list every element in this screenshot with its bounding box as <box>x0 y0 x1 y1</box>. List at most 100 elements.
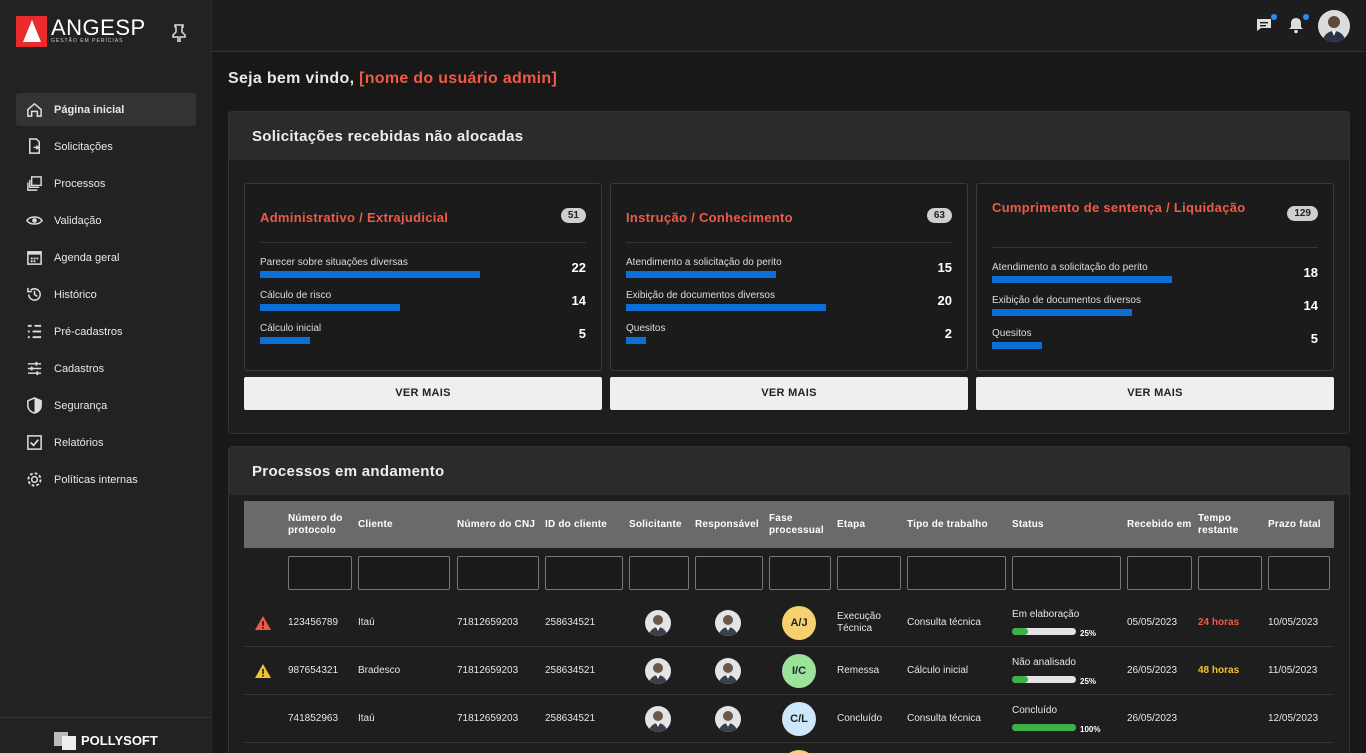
table-row[interactable]: 987654321 Bradesco 71812659203 258634521 I/C… <box>244 647 1334 695</box>
column-header-solicitante[interactable]: Solicitante <box>629 501 693 548</box>
fase-badge[interactable]: C/L <box>782 701 816 736</box>
card-metric[interactable]: Cálculo de risco 14 <box>260 290 586 318</box>
sidebar-item-eye[interactable]: Validação <box>16 204 196 237</box>
filter-input-etapa[interactable] <box>837 556 901 590</box>
column-header-etapa[interactable]: Etapa <box>837 501 905 548</box>
cell: Bradesco <box>358 647 454 694</box>
card-title: Administrativo / Extrajudicial <box>260 210 449 225</box>
fase-badge[interactable]: A/J <box>782 605 816 640</box>
checkbox-icon <box>27 435 42 450</box>
filter-input-fase[interactable] <box>769 556 831 590</box>
chat-icon[interactable] <box>1255 14 1277 36</box>
sidebar-item-file-arrow[interactable]: Solicitações <box>16 130 196 163</box>
angesp-logo[interactable]: ANGESP GESTÃO EM PERÍCIAS <box>16 16 146 47</box>
filter-input-solicitante[interactable] <box>629 556 689 590</box>
sidebar-item-calendar[interactable]: Agenda geral <box>16 241 196 274</box>
ver-mais-button[interactable]: VER MAIS <box>244 377 602 410</box>
table-row[interactable]: 123456789 Itaú 71812659203 258634521 A/J Exec… <box>244 599 1334 647</box>
history-icon <box>27 287 41 301</box>
request-category-card: Instrução / Conhecimento 63 Atendimento a … <box>610 183 968 371</box>
cell-status: Em elaboração 25% <box>1012 599 1125 646</box>
column-header-cnj[interactable]: Número do CNJ <box>457 501 543 548</box>
metric-label: Quesitos <box>992 328 1032 339</box>
sidebar-item-stack[interactable]: Processos <box>16 167 196 200</box>
sidebar-item-label: Pré-cadastros <box>54 325 123 338</box>
sidebar-item-shield[interactable]: Segurança <box>16 389 196 422</box>
pin-icon[interactable] <box>172 24 186 47</box>
column-header-prazo[interactable]: Prazo fatal <box>1268 501 1334 548</box>
column-header-id-cliente[interactable]: ID do cliente <box>545 501 627 548</box>
responsavel-avatar[interactable] <box>715 609 741 636</box>
column-header-tipo[interactable]: Tipo de trabalho <box>907 501 1010 548</box>
sidebar-item-label: Segurança <box>54 399 108 412</box>
sidebar-item-label: Solicitações <box>54 140 113 153</box>
card-metric[interactable]: Parecer sobre situações diversas 22 <box>260 257 586 285</box>
table-row[interactable]: 741852963 Itaú 71812659203 258634521 C/L Conc… <box>244 695 1334 743</box>
responsavel-avatar[interactable] <box>715 705 741 732</box>
shield-icon <box>27 397 42 414</box>
solicitante-avatar[interactable] <box>645 657 671 684</box>
status-progress-bar <box>1012 723 1076 731</box>
card-metric[interactable]: Atendimento a solicitação do perito 15 <box>626 257 952 285</box>
welcome-message: Seja bem vindo, [nome do usuário admin] <box>228 70 557 88</box>
column-header-tempo[interactable]: Tempo restante <box>1198 501 1266 548</box>
cell-solicitante <box>645 599 675 646</box>
column-header-cliente[interactable]: Cliente <box>358 501 454 548</box>
column-header-status[interactable]: Status <box>1012 501 1125 548</box>
topbar <box>212 0 1366 52</box>
filter-input-tipo[interactable] <box>907 556 1006 590</box>
sidebar-item-home[interactable]: Página inicial <box>16 93 196 126</box>
card-metric[interactable]: Cálculo inicial 5 <box>260 323 586 351</box>
sidebar-item-gear[interactable]: Políticas internas <box>16 463 196 496</box>
metric-label: Exibição de documentos diversos <box>626 290 775 301</box>
filter-input-protocolo[interactable] <box>288 556 352 590</box>
ver-mais-button[interactable]: VER MAIS <box>610 377 968 410</box>
user-avatar[interactable] <box>1318 10 1350 42</box>
metric-bar <box>260 304 400 311</box>
filter-input-status[interactable] <box>1012 556 1121 590</box>
metric-value: 5 <box>1310 331 1318 346</box>
card-metric[interactable]: Quesitos 2 <box>626 323 952 351</box>
sidebar-item-sliders[interactable]: Cadastros <box>16 352 196 385</box>
filter-input-recebido[interactable] <box>1127 556 1192 590</box>
card-metric[interactable]: Quesitos 5 <box>992 328 1318 356</box>
sidebar-item-label: Agenda geral <box>54 251 120 264</box>
filter-input-cnj[interactable] <box>457 556 539 590</box>
gear-icon <box>27 472 42 487</box>
card-divider <box>260 242 586 243</box>
filter-input-cliente[interactable] <box>358 556 450 590</box>
unallocated-panel-title: Solicitações recebidas não alocadas <box>229 112 1349 160</box>
brand-name: ANGESP <box>51 15 146 40</box>
metric-label: Atendimento a solicitação do perito <box>626 257 782 268</box>
cell-status: Não analisado 25% <box>1012 647 1125 694</box>
filter-input-prazo[interactable] <box>1268 556 1330 590</box>
column-header-responsavel[interactable]: Responsável <box>695 501 767 548</box>
processes-panel: Processos em andamento Número do protoco… <box>228 446 1350 753</box>
solicitante-avatar[interactable] <box>645 705 671 732</box>
sidebar-item-list-tree[interactable]: Pré-cadastros <box>16 315 196 348</box>
pollysoft-logo: POLLYSOFT <box>54 730 158 750</box>
cell-tipo: Consulta técnica <box>907 616 981 628</box>
card-metric[interactable]: Atendimento a solicitação do perito 18 <box>992 262 1318 290</box>
ver-mais-button[interactable]: VER MAIS <box>976 377 1334 410</box>
filter-input-id-cliente[interactable] <box>545 556 623 590</box>
filter-input-tempo[interactable] <box>1198 556 1262 590</box>
fase-badge[interactable]: I/C <box>782 653 816 688</box>
responsavel-avatar[interactable] <box>715 657 741 684</box>
card-metric[interactable]: Exibição de documentos diversos 14 <box>992 295 1318 323</box>
cell-fase: I/C <box>782 647 822 694</box>
cell-solicitante <box>645 647 675 694</box>
cell: Consulta técnica <box>907 695 1010 742</box>
bell-icon[interactable] <box>1287 14 1309 36</box>
card-metric[interactable]: Exibição de documentos diversos 20 <box>626 290 952 318</box>
sidebar-item-checkbox[interactable]: Relatórios <box>16 426 196 459</box>
metric-label: Atendimento a solicitação do perito <box>992 262 1148 273</box>
solicitante-avatar[interactable] <box>645 609 671 636</box>
sidebar-item-history[interactable]: Histórico <box>16 278 196 311</box>
column-header-protocolo[interactable]: Número do protocolo <box>288 501 356 548</box>
column-header-fase[interactable]: Fase processual <box>769 501 835 548</box>
filter-input-responsavel[interactable] <box>695 556 763 590</box>
cell-cliente: Itaú <box>358 616 375 628</box>
cell-tipo: Cálculo inicial <box>907 664 969 676</box>
column-header-recebido[interactable]: Recebido em <box>1127 501 1196 548</box>
